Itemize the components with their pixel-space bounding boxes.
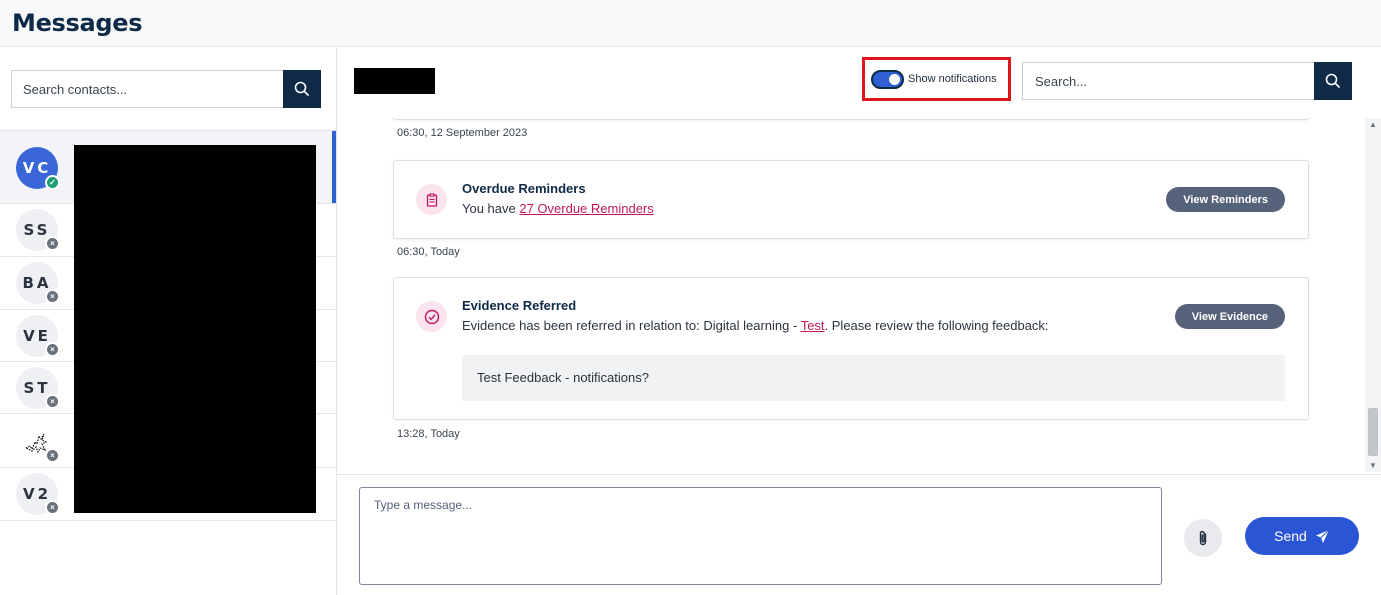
overdue-reminders-link[interactable]: 27 Overdue Reminders <box>519 201 653 216</box>
paper-plane-icon <box>1315 529 1330 543</box>
send-button[interactable]: Send <box>1245 517 1359 555</box>
message-input[interactable] <box>359 487 1162 585</box>
offline-status-icon: × <box>45 448 60 463</box>
feed-scrollbar[interactable]: ▲ ▼ <box>1365 118 1381 472</box>
notification-text: You have 27 Overdue Reminders <box>462 201 654 216</box>
offline-status-icon: × <box>45 289 60 304</box>
page-title: Messages <box>12 9 143 37</box>
redacted-contact-names <box>74 145 316 513</box>
notification-card <box>393 118 1309 120</box>
attach-button[interactable] <box>1184 519 1222 557</box>
contact-search-input[interactable] <box>11 70 284 108</box>
notification-card-evidence: Evidence Referred Evidence has been refe… <box>393 277 1309 420</box>
view-reminders-button[interactable]: View Reminders <box>1166 187 1285 212</box>
scroll-up-arrow-icon[interactable]: ▲ <box>1369 120 1377 129</box>
conversation-panel: Show notifications 06:30, 12 September 2… <box>337 48 1381 595</box>
evidence-link[interactable]: Test <box>801 318 825 333</box>
paperclip-icon <box>1199 530 1207 546</box>
notifications-toggle-group: Show notifications <box>862 57 1011 101</box>
contacts-sidebar: VC ✓ SS × BA × VE × ST × × V2 <box>0 48 337 595</box>
offline-status-icon: × <box>45 394 60 409</box>
notification-text-suffix: . Please review the following feedback: <box>824 318 1049 333</box>
offline-status-icon: × <box>45 342 60 357</box>
redacted-conversation-title <box>354 68 435 94</box>
notification-title: Evidence Referred <box>462 298 577 313</box>
view-evidence-button[interactable]: View Evidence <box>1174 304 1285 329</box>
search-icon <box>1325 73 1341 89</box>
notifications-label: Show notifications <box>908 73 997 85</box>
clipboard-icon <box>416 184 447 215</box>
message-timestamp: 06:30, Today <box>397 246 460 258</box>
notification-text-prefix: Evidence has been referred in relation t… <box>462 318 801 333</box>
toggle-knob <box>889 74 900 85</box>
notification-card-reminders: Overdue Reminders You have 27 Overdue Re… <box>393 160 1309 239</box>
scroll-down-arrow-icon[interactable]: ▼ <box>1369 461 1377 470</box>
message-feed: 06:30, 12 September 2023 Overdue Reminde… <box>337 118 1381 472</box>
message-search-button[interactable] <box>1314 62 1352 100</box>
feedback-box: Test Feedback - notifications? <box>462 355 1285 401</box>
contact-search-button[interactable] <box>283 70 321 108</box>
message-composer: Send <box>337 474 1381 595</box>
online-status-icon: ✓ <box>45 175 60 190</box>
top-bar: Messages <box>0 0 1381 47</box>
message-search-input[interactable] <box>1022 62 1314 100</box>
send-label: Send <box>1274 528 1307 544</box>
notification-title: Overdue Reminders <box>462 181 586 196</box>
search-icon <box>294 81 310 97</box>
offline-status-icon: × <box>45 236 60 251</box>
notification-text: Evidence has been referred in relation t… <box>462 318 1049 333</box>
notifications-toggle[interactable] <box>871 70 904 89</box>
notification-text-prefix: You have <box>462 201 520 216</box>
message-search <box>1022 62 1352 100</box>
scroll-thumb[interactable] <box>1368 408 1378 456</box>
feedback-text: Test Feedback - notifications? <box>477 370 649 385</box>
offline-status-icon: × <box>45 500 60 515</box>
contact-search <box>11 70 321 108</box>
message-timestamp: 06:30, 12 September 2023 <box>397 127 528 139</box>
message-timestamp: 13:28, Today <box>397 428 460 440</box>
check-circle-icon <box>416 301 447 332</box>
